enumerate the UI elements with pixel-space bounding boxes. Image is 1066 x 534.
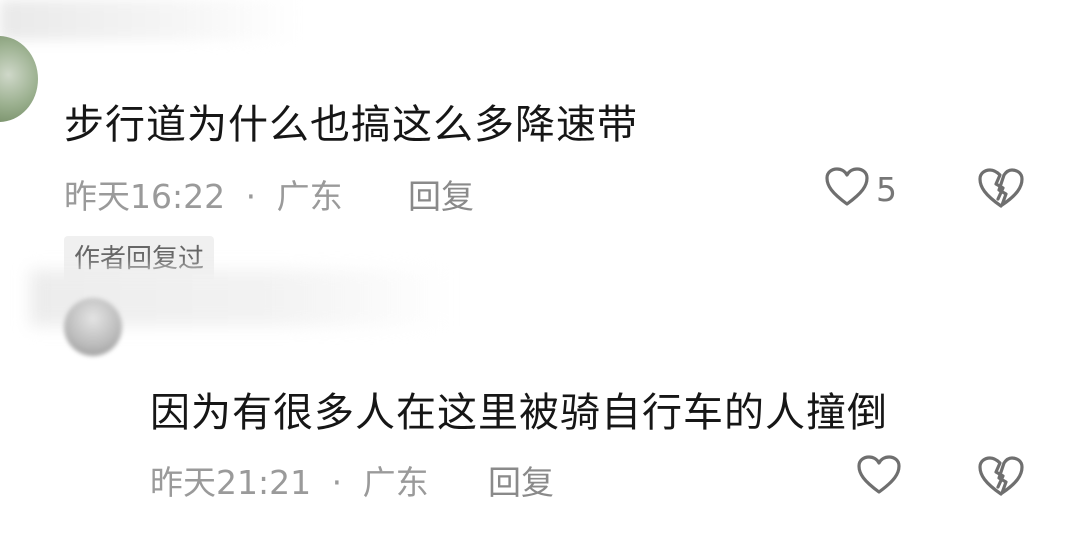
comment-text: 步行道为什么也搞这么多降速带 bbox=[64, 102, 638, 148]
reply-like-button[interactable] bbox=[856, 454, 902, 500]
broken-heart-outline-icon bbox=[976, 456, 1026, 502]
reply-location: 广东 bbox=[362, 463, 429, 502]
reply-dislike-button[interactable] bbox=[976, 454, 1026, 502]
comment-location: 广东 bbox=[276, 177, 343, 216]
heart-outline-icon bbox=[824, 166, 870, 212]
blurred-username-top bbox=[0, 0, 300, 40]
like-button[interactable]: 5 bbox=[824, 166, 897, 212]
heart-outline-icon bbox=[856, 454, 902, 500]
comment-meta: 昨天16:22 · 广东 bbox=[64, 170, 343, 218]
reply-time: 昨天21:21 bbox=[150, 463, 312, 502]
avatar[interactable] bbox=[0, 36, 38, 122]
reply-meta: 昨天21:21 · 广东 bbox=[150, 456, 429, 504]
dislike-button[interactable] bbox=[976, 166, 1026, 214]
reply-reply-button[interactable]: 回复 bbox=[488, 456, 554, 504]
meta-separator: · bbox=[245, 177, 257, 216]
meta-separator: · bbox=[331, 463, 343, 502]
reply-button[interactable]: 回复 bbox=[408, 170, 474, 218]
like-count: 5 bbox=[876, 169, 897, 209]
reply-avatar[interactable] bbox=[64, 298, 122, 356]
comment-time: 昨天16:22 bbox=[64, 177, 226, 216]
reply-text: 因为有很多人在这里被骑自行车的人撞倒 bbox=[150, 390, 888, 436]
broken-heart-outline-icon bbox=[976, 168, 1026, 214]
